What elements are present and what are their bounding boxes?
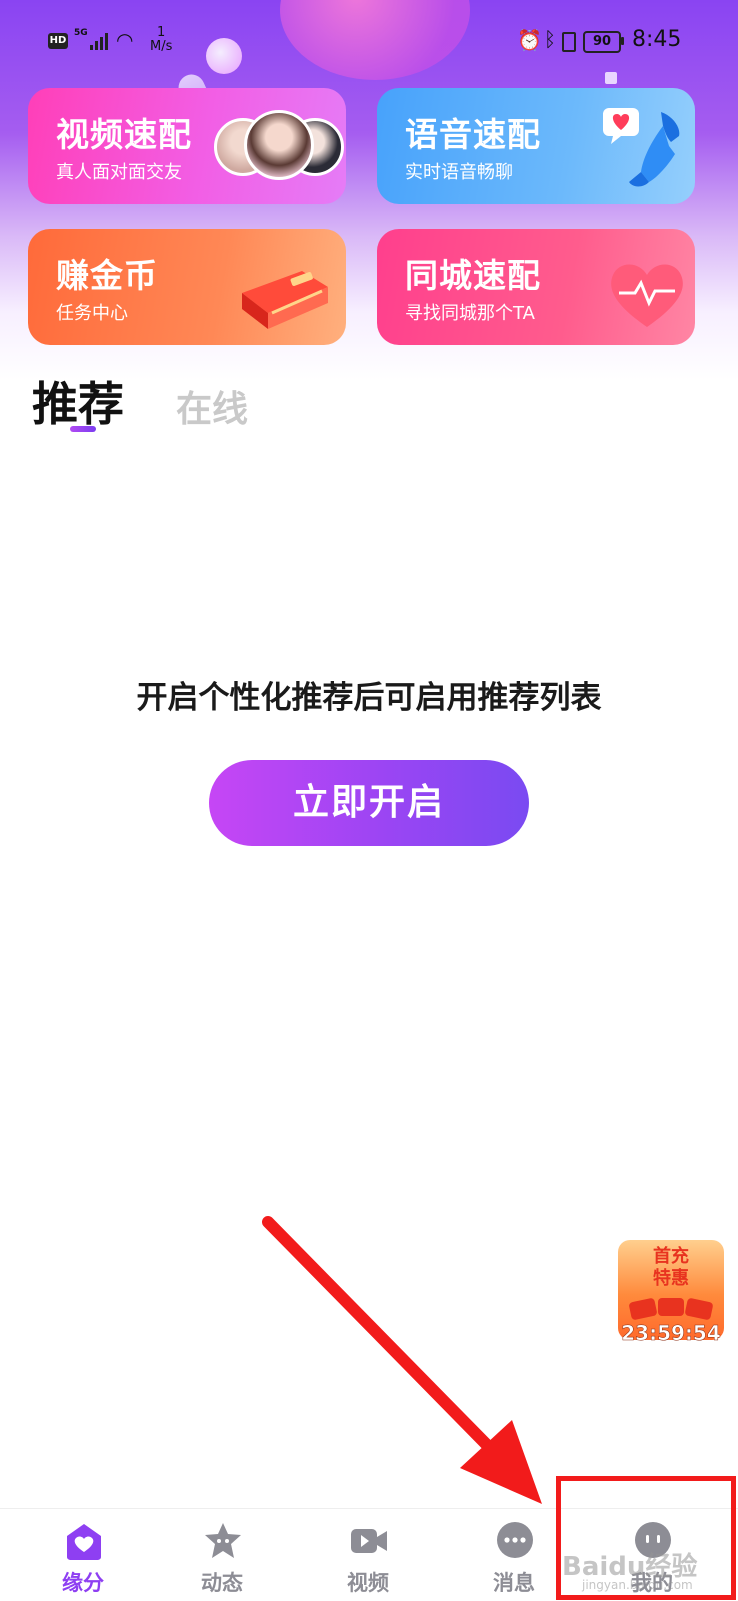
alarm-icon: ⏰ (517, 28, 542, 52)
voice-match-card[interactable]: 语音速配 实时语音畅聊 (377, 88, 695, 204)
wifi-icon: ◠ (116, 28, 134, 52)
phone-heart-icon (603, 108, 680, 187)
star-face-icon (205, 1523, 241, 1558)
nav-label: 动态 (201, 1571, 243, 1595)
tab-online[interactable]: 在线 (176, 380, 248, 432)
battery-level: 90 (583, 31, 621, 53)
promo-label: 首充 特惠 (653, 1246, 689, 1289)
clock: 8:45 (632, 27, 682, 52)
card-subtitle: 真人面对面交友 (56, 162, 182, 183)
tab-recommended[interactable]: 推荐 (32, 368, 124, 434)
heart-pulse-icon (611, 264, 683, 327)
bluetooth-icon: ᛒ (544, 27, 556, 51)
battery-tip (621, 37, 624, 45)
nav-item-moments[interactable]: 动态 (167, 1509, 277, 1601)
nav-label: 消息 (493, 1571, 535, 1595)
card-title: 视频速配 (56, 115, 192, 154)
nav-item-home[interactable]: 缘分 (28, 1509, 138, 1601)
promo-countdown: 23:59:54 (621, 1321, 721, 1345)
network-type: 5G (74, 28, 88, 38)
status-bar: HD 5G ◠ 1 M/s ⏰ ᛒ 90 8:45 (0, 0, 738, 84)
avatar (244, 110, 314, 180)
hd-icon: HD (48, 33, 68, 49)
nav-item-video[interactable]: 视频 (313, 1509, 423, 1601)
empty-state-message: 开启个性化推荐后可启用推荐列表 (136, 680, 602, 716)
card-title: 赚金币 (56, 256, 158, 295)
card-title: 同城速配 (405, 256, 541, 295)
first-recharge-promo[interactable]: 首充 特惠 23:59:54 (612, 1226, 730, 1344)
watermark-url: jingyan.baidu.com (582, 1578, 693, 1592)
active-tab-indicator (70, 426, 96, 432)
video-camera-icon (351, 1529, 387, 1553)
enable-recommendation-button[interactable]: 立即开启 (209, 760, 529, 846)
card-title: 语音速配 (405, 115, 541, 154)
heart-house-icon (67, 1524, 101, 1560)
signal-icon (90, 32, 108, 50)
video-match-card[interactable]: 视频速配 真人面对面交友 (28, 88, 346, 204)
annotation-arrow (262, 1216, 542, 1504)
card-subtitle: 任务中心 (56, 303, 128, 324)
nav-label: 缘分 (62, 1571, 104, 1595)
nav-item-messages[interactable]: 消息 (459, 1509, 569, 1601)
earn-coins-card[interactable]: 赚金币 任务中心 (28, 229, 346, 345)
same-city-match-card[interactable]: 同城速配 寻找同城那个TA (377, 229, 695, 345)
network-speed: 1 M/s (150, 25, 173, 54)
card-subtitle: 实时语音畅聊 (405, 162, 513, 183)
vibrate-icon (562, 32, 576, 52)
red-envelope-icon (628, 1297, 714, 1321)
nav-label: 视频 (347, 1571, 389, 1595)
wallet-icon (242, 271, 328, 329)
chat-bubble-icon (497, 1522, 533, 1558)
avatar-group (214, 110, 344, 182)
card-subtitle: 寻找同城那个TA (405, 303, 535, 324)
